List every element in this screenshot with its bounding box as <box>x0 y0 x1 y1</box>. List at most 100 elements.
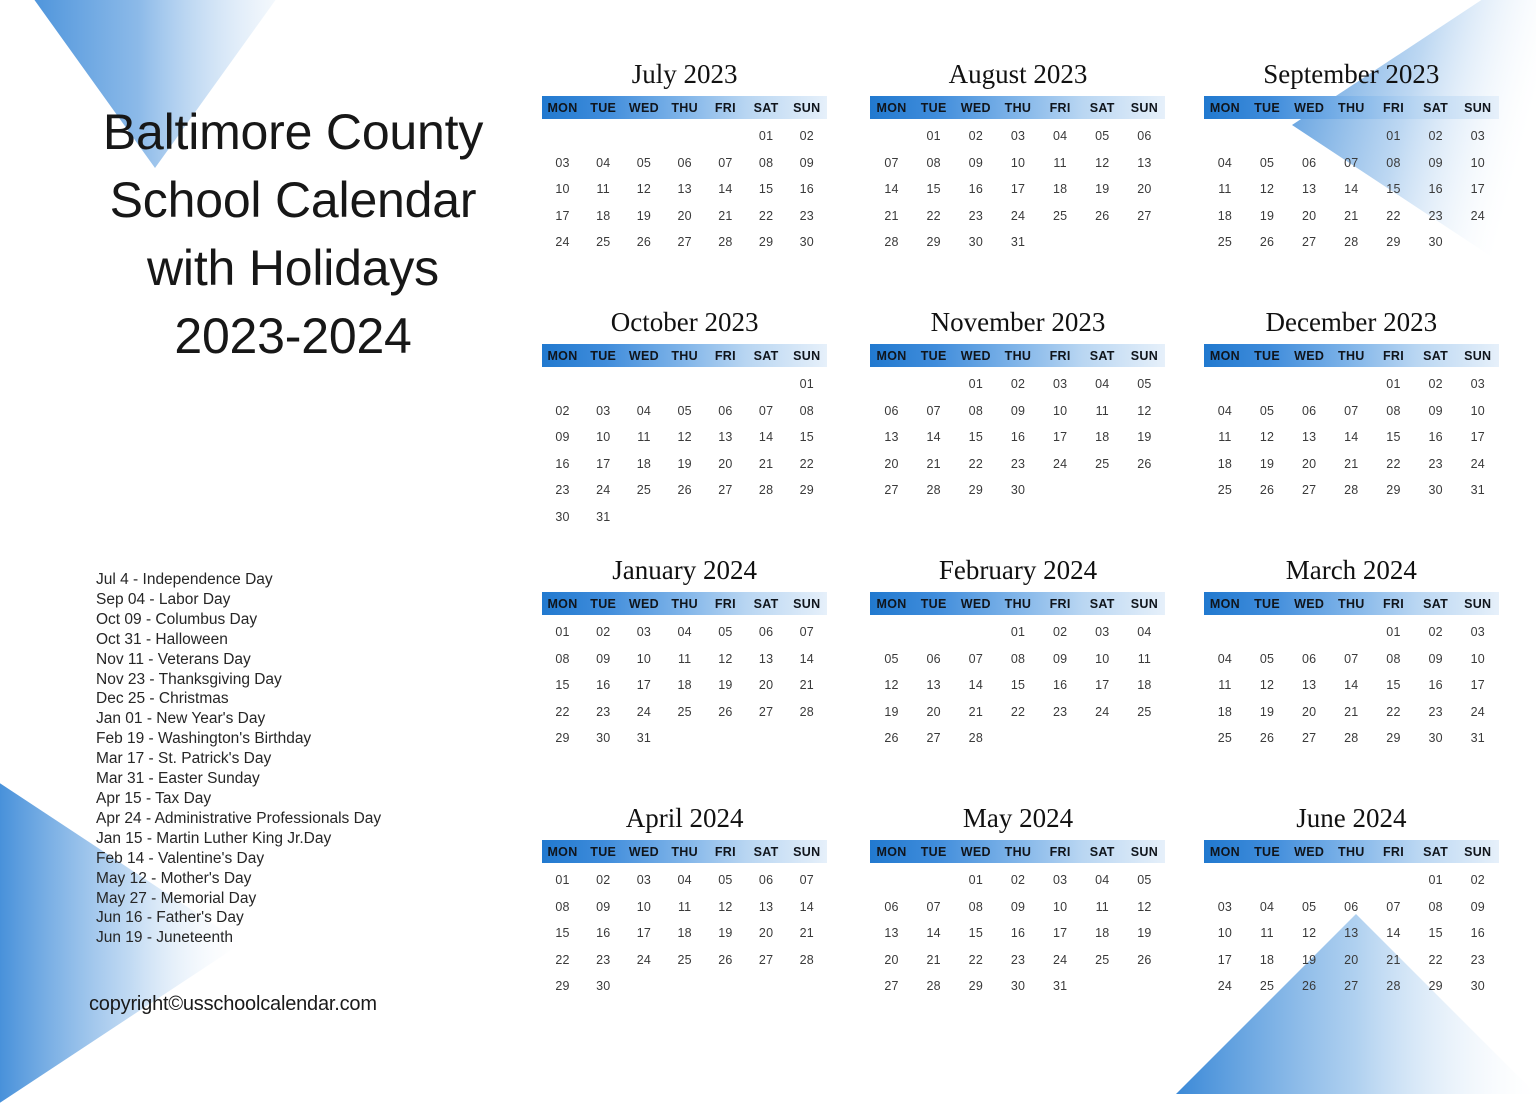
day-cell[interactable]: 28 <box>786 947 827 974</box>
day-cell[interactable]: 02 <box>786 123 827 150</box>
day-cell[interactable]: 27 <box>746 947 787 974</box>
day-cell[interactable]: 13 <box>870 920 912 947</box>
day-cell[interactable]: 27 <box>1288 725 1330 752</box>
day-cell[interactable]: 14 <box>786 894 827 921</box>
day-cell[interactable]: 09 <box>542 424 583 451</box>
day-cell[interactable]: 11 <box>1039 150 1081 177</box>
day-cell[interactable]: 12 <box>705 894 746 921</box>
day-cell[interactable]: 17 <box>1081 672 1123 699</box>
day-cell[interactable]: 08 <box>913 150 955 177</box>
day-cell[interactable]: 11 <box>664 894 705 921</box>
day-cell[interactable]: 01 <box>1372 371 1414 398</box>
day-cell[interactable]: 11 <box>1081 398 1123 425</box>
day-cell[interactable]: 24 <box>1457 203 1499 230</box>
day-cell[interactable]: 15 <box>746 176 787 203</box>
day-cell[interactable]: 31 <box>1457 477 1499 504</box>
day-cell[interactable]: 10 <box>542 176 583 203</box>
day-cell[interactable]: 14 <box>1372 920 1414 947</box>
day-cell[interactable]: 31 <box>997 229 1039 256</box>
day-cell[interactable]: 04 <box>1204 150 1246 177</box>
day-cell[interactable]: 30 <box>997 973 1039 1000</box>
day-cell[interactable]: 16 <box>997 424 1039 451</box>
day-cell[interactable]: 20 <box>664 203 705 230</box>
day-cell[interactable]: 18 <box>1123 672 1165 699</box>
day-cell[interactable]: 20 <box>1288 699 1330 726</box>
day-cell[interactable]: 21 <box>786 920 827 947</box>
day-cell[interactable]: 05 <box>1123 371 1165 398</box>
day-cell[interactable]: 15 <box>955 424 997 451</box>
day-cell[interactable]: 24 <box>997 203 1039 230</box>
day-cell[interactable]: 20 <box>1330 947 1372 974</box>
day-cell[interactable]: 27 <box>1288 477 1330 504</box>
day-cell[interactable]: 07 <box>1330 398 1372 425</box>
day-cell[interactable]: 28 <box>1372 973 1414 1000</box>
day-cell[interactable]: 23 <box>583 947 624 974</box>
day-cell[interactable]: 04 <box>624 398 665 425</box>
day-cell[interactable]: 21 <box>913 947 955 974</box>
day-cell[interactable]: 04 <box>1081 371 1123 398</box>
day-cell[interactable]: 28 <box>1330 725 1372 752</box>
day-cell[interactable]: 02 <box>1039 619 1081 646</box>
day-cell[interactable]: 15 <box>913 176 955 203</box>
day-cell[interactable]: 10 <box>1457 646 1499 673</box>
day-cell[interactable]: 22 <box>955 947 997 974</box>
day-cell[interactable]: 08 <box>955 894 997 921</box>
day-cell[interactable]: 31 <box>1039 973 1081 1000</box>
day-cell[interactable]: 04 <box>664 619 705 646</box>
day-cell[interactable]: 15 <box>1372 672 1414 699</box>
day-cell[interactable]: 11 <box>583 176 624 203</box>
day-cell[interactable]: 29 <box>955 973 997 1000</box>
day-cell[interactable]: 17 <box>1039 424 1081 451</box>
day-cell[interactable]: 01 <box>786 371 827 398</box>
day-cell[interactable]: 22 <box>786 451 827 478</box>
day-cell[interactable]: 05 <box>1246 398 1288 425</box>
day-cell[interactable]: 05 <box>705 619 746 646</box>
day-cell[interactable]: 09 <box>1415 398 1457 425</box>
day-cell[interactable]: 08 <box>746 150 787 177</box>
day-cell[interactable]: 07 <box>705 150 746 177</box>
day-cell[interactable]: 18 <box>664 672 705 699</box>
day-cell[interactable]: 17 <box>1457 424 1499 451</box>
day-cell[interactable]: 07 <box>913 894 955 921</box>
day-cell[interactable]: 10 <box>624 646 665 673</box>
day-cell[interactable]: 16 <box>583 920 624 947</box>
day-cell[interactable]: 18 <box>664 920 705 947</box>
day-cell[interactable]: 23 <box>955 203 997 230</box>
day-cell[interactable]: 23 <box>542 477 583 504</box>
day-cell[interactable]: 20 <box>870 947 912 974</box>
day-cell[interactable]: 12 <box>1246 424 1288 451</box>
day-cell[interactable]: 24 <box>1039 947 1081 974</box>
day-cell[interactable]: 09 <box>1457 894 1499 921</box>
day-cell[interactable]: 22 <box>542 699 583 726</box>
day-cell[interactable]: 21 <box>746 451 787 478</box>
day-cell[interactable]: 22 <box>955 451 997 478</box>
day-cell[interactable]: 16 <box>1457 920 1499 947</box>
day-cell[interactable]: 15 <box>542 920 583 947</box>
day-cell[interactable]: 19 <box>1288 947 1330 974</box>
day-cell[interactable]: 19 <box>1246 699 1288 726</box>
day-cell[interactable]: 22 <box>1372 451 1414 478</box>
day-cell[interactable]: 23 <box>997 451 1039 478</box>
day-cell[interactable]: 01 <box>955 371 997 398</box>
day-cell[interactable]: 10 <box>1039 398 1081 425</box>
day-cell[interactable]: 25 <box>624 477 665 504</box>
day-cell[interactable]: 20 <box>1123 176 1165 203</box>
day-cell[interactable]: 01 <box>997 619 1039 646</box>
day-cell[interactable]: 12 <box>1123 398 1165 425</box>
day-cell[interactable]: 23 <box>997 947 1039 974</box>
day-cell[interactable]: 01 <box>542 867 583 894</box>
day-cell[interactable]: 25 <box>1081 947 1123 974</box>
day-cell[interactable]: 28 <box>955 725 997 752</box>
day-cell[interactable]: 18 <box>1204 699 1246 726</box>
day-cell[interactable]: 17 <box>542 203 583 230</box>
day-cell[interactable]: 27 <box>913 725 955 752</box>
day-cell[interactable]: 23 <box>1415 699 1457 726</box>
day-cell[interactable]: 17 <box>583 451 624 478</box>
day-cell[interactable]: 25 <box>1204 477 1246 504</box>
day-cell[interactable]: 07 <box>1372 894 1414 921</box>
day-cell[interactable]: 24 <box>624 947 665 974</box>
day-cell[interactable]: 29 <box>1415 973 1457 1000</box>
day-cell[interactable]: 30 <box>997 477 1039 504</box>
day-cell[interactable]: 04 <box>1039 123 1081 150</box>
day-cell[interactable]: 19 <box>664 451 705 478</box>
